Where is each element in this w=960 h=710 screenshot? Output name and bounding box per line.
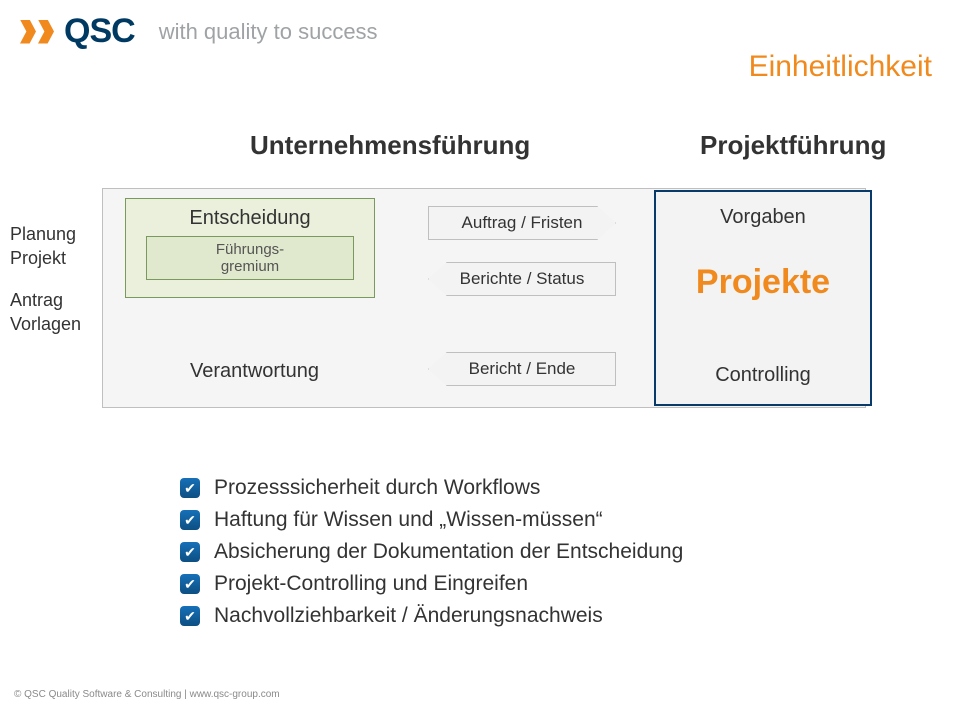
- logo: QSC: [20, 12, 135, 51]
- check-icon: ✔: [180, 478, 200, 498]
- label-projekt: Projekt: [10, 246, 110, 270]
- list-item: ✔ Absicherung der Dokumentation der Ents…: [180, 540, 880, 564]
- list-item: ✔ Prozesssicherheit durch Workflows: [180, 476, 880, 500]
- controlling-label: Controlling: [715, 364, 811, 387]
- list-item: ✔ Projekt-Controlling und Eingreifen: [180, 572, 880, 596]
- logo-icon: [20, 20, 56, 44]
- verantwortung-label: Verantwortung: [190, 360, 319, 383]
- logo-text: QSC: [64, 12, 135, 51]
- project-box: Vorgaben Projekte Controlling: [654, 190, 872, 406]
- bullet-text: Prozesssicherheit durch Workflows: [214, 476, 540, 500]
- bullet-text: Nachvollziehbarkeit / Änderungsnachweis: [214, 604, 603, 628]
- check-icon: ✔: [180, 542, 200, 562]
- bullet-text: Absicherung der Dokumentation der Entsch…: [214, 540, 683, 564]
- arrow-label: Auftrag / Fristen: [428, 206, 616, 240]
- arrow-label: Berichte / Status: [428, 262, 616, 296]
- vorgaben-label: Vorgaben: [720, 206, 806, 229]
- arrow-auftrag-fristen: Auftrag / Fristen: [428, 206, 616, 240]
- left-labels: Planung Projekt Antrag Vorlagen: [10, 222, 110, 354]
- check-icon: ✔: [180, 510, 200, 530]
- col-header-right: Projektführung: [700, 130, 886, 161]
- label-vorlagen: Vorlagen: [10, 312, 110, 336]
- bullet-text: Haftung für Wissen und „Wissen-müssen“: [214, 508, 603, 532]
- tagline: with quality to success: [159, 19, 378, 45]
- arrow-bericht-ende: Bericht / Ende: [428, 352, 616, 386]
- list-item: ✔ Haftung für Wissen und „Wissen-müssen“: [180, 508, 880, 532]
- list-item: ✔ Nachvollziehbarkeit / Änderungsnachwei…: [180, 604, 880, 628]
- footer: © QSC Quality Software & Consulting | ww…: [14, 689, 280, 700]
- arrow-label: Bericht / Ende: [428, 352, 616, 386]
- projekte-label: Projekte: [696, 263, 830, 302]
- label-antrag: Antrag: [10, 288, 110, 312]
- diagram: Unternehmensführung Projektführung Planu…: [0, 130, 960, 460]
- decision-sub-label: Führungs- gremium: [216, 241, 284, 275]
- label-planung: Planung: [10, 222, 110, 246]
- decision-block: Entscheidung Führungs- gremium: [125, 198, 375, 298]
- col-header-left: Unternehmensführung: [250, 130, 530, 161]
- bullet-text: Projekt-Controlling und Eingreifen: [214, 572, 528, 596]
- header: QSC with quality to success: [0, 0, 960, 51]
- decision-subbox: Führungs- gremium: [146, 236, 354, 280]
- arrow-berichte-status: Berichte / Status: [428, 262, 616, 296]
- page-title: Einheitlichkeit: [749, 50, 932, 84]
- check-icon: ✔: [180, 574, 200, 594]
- check-icon: ✔: [180, 606, 200, 626]
- bullet-list: ✔ Prozesssicherheit durch Workflows ✔ Ha…: [180, 476, 880, 636]
- decision-title: Entscheidung: [126, 199, 374, 234]
